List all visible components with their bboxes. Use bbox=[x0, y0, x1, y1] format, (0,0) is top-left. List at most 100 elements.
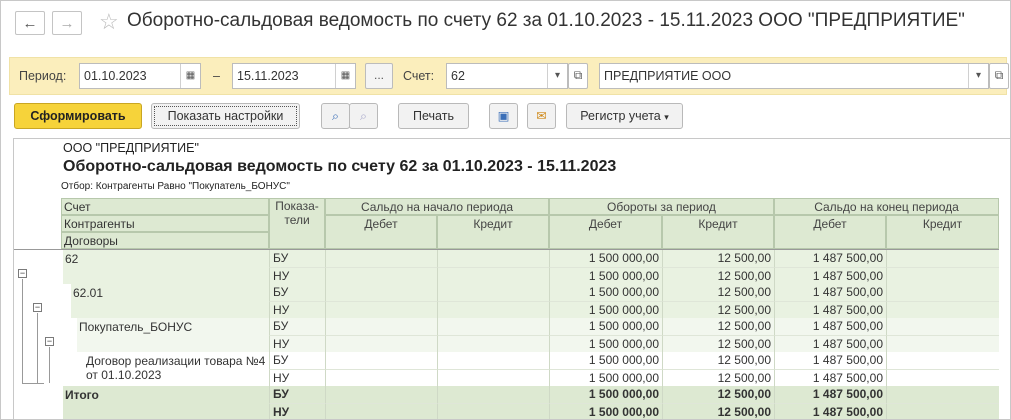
value-closing-debit: 1 487 500,00 bbox=[774, 301, 886, 318]
value-turnover-debit: 1 500 000,00 bbox=[549, 352, 662, 369]
open-account-icon[interactable]: ⧉ bbox=[568, 63, 588, 89]
row-indicator: НУ bbox=[269, 369, 325, 386]
value-opening-credit bbox=[437, 267, 549, 284]
value-closing-debit: 1 487 500,00 bbox=[774, 250, 886, 267]
value-closing-credit bbox=[886, 403, 999, 419]
email-button[interactable]: ✉ bbox=[527, 103, 556, 129]
period-select-button[interactable]: ... bbox=[365, 63, 393, 89]
value-opening-debit bbox=[325, 301, 437, 318]
row-indicator: БУ bbox=[269, 250, 325, 267]
calendar-icon[interactable]: ▦ bbox=[335, 64, 355, 88]
forward-button[interactable]: → bbox=[52, 11, 82, 35]
title-bar: ← → ☆ Оборотно-сальдовая ведомость по сч… bbox=[1, 1, 1010, 45]
report-window: ← → ☆ Оборотно-сальдовая ведомость по сч… bbox=[0, 0, 1011, 420]
value-turnover-credit: 12 500,00 bbox=[662, 250, 774, 267]
account-field[interactable]: 62 ▾ bbox=[446, 63, 568, 89]
value-opening-credit bbox=[437, 301, 549, 318]
value-closing-credit bbox=[886, 267, 999, 284]
value-closing-credit bbox=[886, 284, 999, 301]
value-turnover-credit: 12 500,00 bbox=[662, 284, 774, 301]
value-opening-credit bbox=[437, 335, 549, 352]
report-title: Оборотно-сальдовая ведомость по счету 62… bbox=[63, 158, 617, 175]
value-opening-credit bbox=[437, 352, 549, 369]
cancel-search-button[interactable]: ⌕ bbox=[349, 103, 378, 129]
header-opening-debit: Дебет bbox=[325, 215, 437, 249]
collapse-icon[interactable]: − bbox=[45, 337, 54, 346]
back-button[interactable]: ← bbox=[15, 11, 45, 35]
show-settings-button[interactable]: Показать настройки bbox=[151, 103, 300, 129]
header-closing-credit: Кредит bbox=[886, 215, 999, 249]
value-turnover-credit: 12 500,00 bbox=[662, 369, 774, 386]
header-contracts: Договоры bbox=[61, 232, 269, 249]
collapse-icon[interactable]: − bbox=[33, 303, 42, 312]
value-turnover-debit: 1 500 000,00 bbox=[549, 301, 662, 318]
value-closing-credit bbox=[886, 352, 999, 369]
calendar-icon[interactable]: ▦ bbox=[180, 64, 200, 88]
tree-line bbox=[37, 313, 38, 383]
value-opening-debit bbox=[325, 284, 437, 301]
print-button[interactable]: Печать bbox=[398, 103, 469, 129]
report-org: ООО "ПРЕДПРИЯТИЕ" bbox=[63, 141, 199, 155]
tree-line bbox=[49, 347, 50, 383]
dropdown-arrow-icon[interactable]: ▾ bbox=[968, 64, 988, 88]
value-closing-credit bbox=[886, 250, 999, 267]
header-turnover-debit: Дебет bbox=[549, 215, 662, 249]
header-opening-balance: Сальдо на начало периода bbox=[325, 198, 549, 215]
value-opening-credit bbox=[437, 284, 549, 301]
value-closing-debit: 1 487 500,00 bbox=[774, 352, 886, 369]
header-turnover: Обороты за период bbox=[549, 198, 774, 215]
value-turnover-debit: 1 500 000,00 bbox=[549, 403, 662, 419]
window-title: Оборотно-сальдовая ведомость по счету 62… bbox=[127, 10, 965, 31]
header-closing-balance: Сальдо на конец периода bbox=[774, 198, 999, 215]
collapse-icon[interactable]: − bbox=[18, 269, 27, 278]
search-icon: ⌕ bbox=[331, 109, 339, 123]
account-label: Счет: bbox=[403, 69, 435, 83]
value-closing-credit bbox=[886, 386, 999, 403]
value-opening-debit bbox=[325, 369, 437, 386]
date-from-field[interactable]: 01.10.2023 ▦ bbox=[79, 63, 201, 89]
row-indicator: НУ bbox=[269, 335, 325, 352]
cancel-search-icon: ⌕ bbox=[359, 109, 367, 123]
generate-button[interactable]: Сформировать bbox=[14, 103, 142, 129]
date-to-value: 15.11.2023 bbox=[237, 69, 299, 83]
save-button[interactable]: ▣ bbox=[489, 103, 518, 129]
value-turnover-credit: 12 500,00 bbox=[662, 335, 774, 352]
date-to-field[interactable]: 15.11.2023 ▦ bbox=[232, 63, 356, 89]
value-turnover-debit: 1 500 000,00 bbox=[549, 318, 662, 335]
value-closing-debit: 1 487 500,00 bbox=[774, 386, 886, 403]
value-turnover-credit: 12 500,00 bbox=[662, 267, 774, 284]
value-closing-credit bbox=[886, 318, 999, 335]
value-closing-debit: 1 487 500,00 bbox=[774, 369, 886, 386]
value-closing-credit bbox=[886, 335, 999, 352]
favorite-star-icon[interactable]: ☆ bbox=[99, 9, 119, 35]
toolbar: Сформировать Показать настройки ⌕ ⌕ Печа… bbox=[1, 101, 1010, 133]
value-closing-credit bbox=[886, 369, 999, 386]
total-row-label: Итого bbox=[63, 386, 269, 419]
value-closing-debit: 1 487 500,00 bbox=[774, 403, 886, 419]
row-name: Договор реализации товара №4 от 01.10.20… bbox=[84, 352, 269, 386]
dropdown-arrow-icon: ▾ bbox=[664, 112, 669, 122]
register-label: Регистр учета bbox=[580, 109, 661, 123]
value-closing-debit: 1 487 500,00 bbox=[774, 267, 886, 284]
search-button[interactable]: ⌕ bbox=[321, 103, 350, 129]
value-turnover-debit: 1 500 000,00 bbox=[549, 267, 662, 284]
save-icon: ▣ bbox=[497, 109, 510, 123]
organization-field[interactable]: ПРЕДПРИЯТИЕ ООО ▾ bbox=[599, 63, 989, 89]
value-closing-debit: 1 487 500,00 bbox=[774, 318, 886, 335]
forward-arrow-icon: → bbox=[59, 14, 75, 32]
value-opening-credit bbox=[437, 386, 549, 403]
value-turnover-debit: 1 500 000,00 bbox=[549, 369, 662, 386]
report-filter: Отбор: Контрагенты Равно "Покупатель_БОН… bbox=[61, 181, 290, 192]
row-indicator: БУ bbox=[269, 284, 325, 301]
row-indicator: БУ bbox=[269, 352, 325, 369]
register-button[interactable]: Регистр учета ▾ bbox=[566, 103, 683, 129]
value-opening-debit bbox=[325, 335, 437, 352]
open-organization-icon[interactable]: ⧉ bbox=[989, 63, 1009, 89]
row-name: Покупатель_БОНУС bbox=[77, 318, 269, 352]
tree-line bbox=[22, 279, 23, 383]
dropdown-arrow-icon[interactable]: ▾ bbox=[547, 64, 567, 88]
report-sheet[interactable]: ООО "ПРЕДПРИЯТИЕ" Оборотно-сальдовая вед… bbox=[13, 138, 1010, 419]
value-opening-debit bbox=[325, 386, 437, 403]
value-opening-credit bbox=[437, 369, 549, 386]
value-opening-debit bbox=[325, 403, 437, 419]
